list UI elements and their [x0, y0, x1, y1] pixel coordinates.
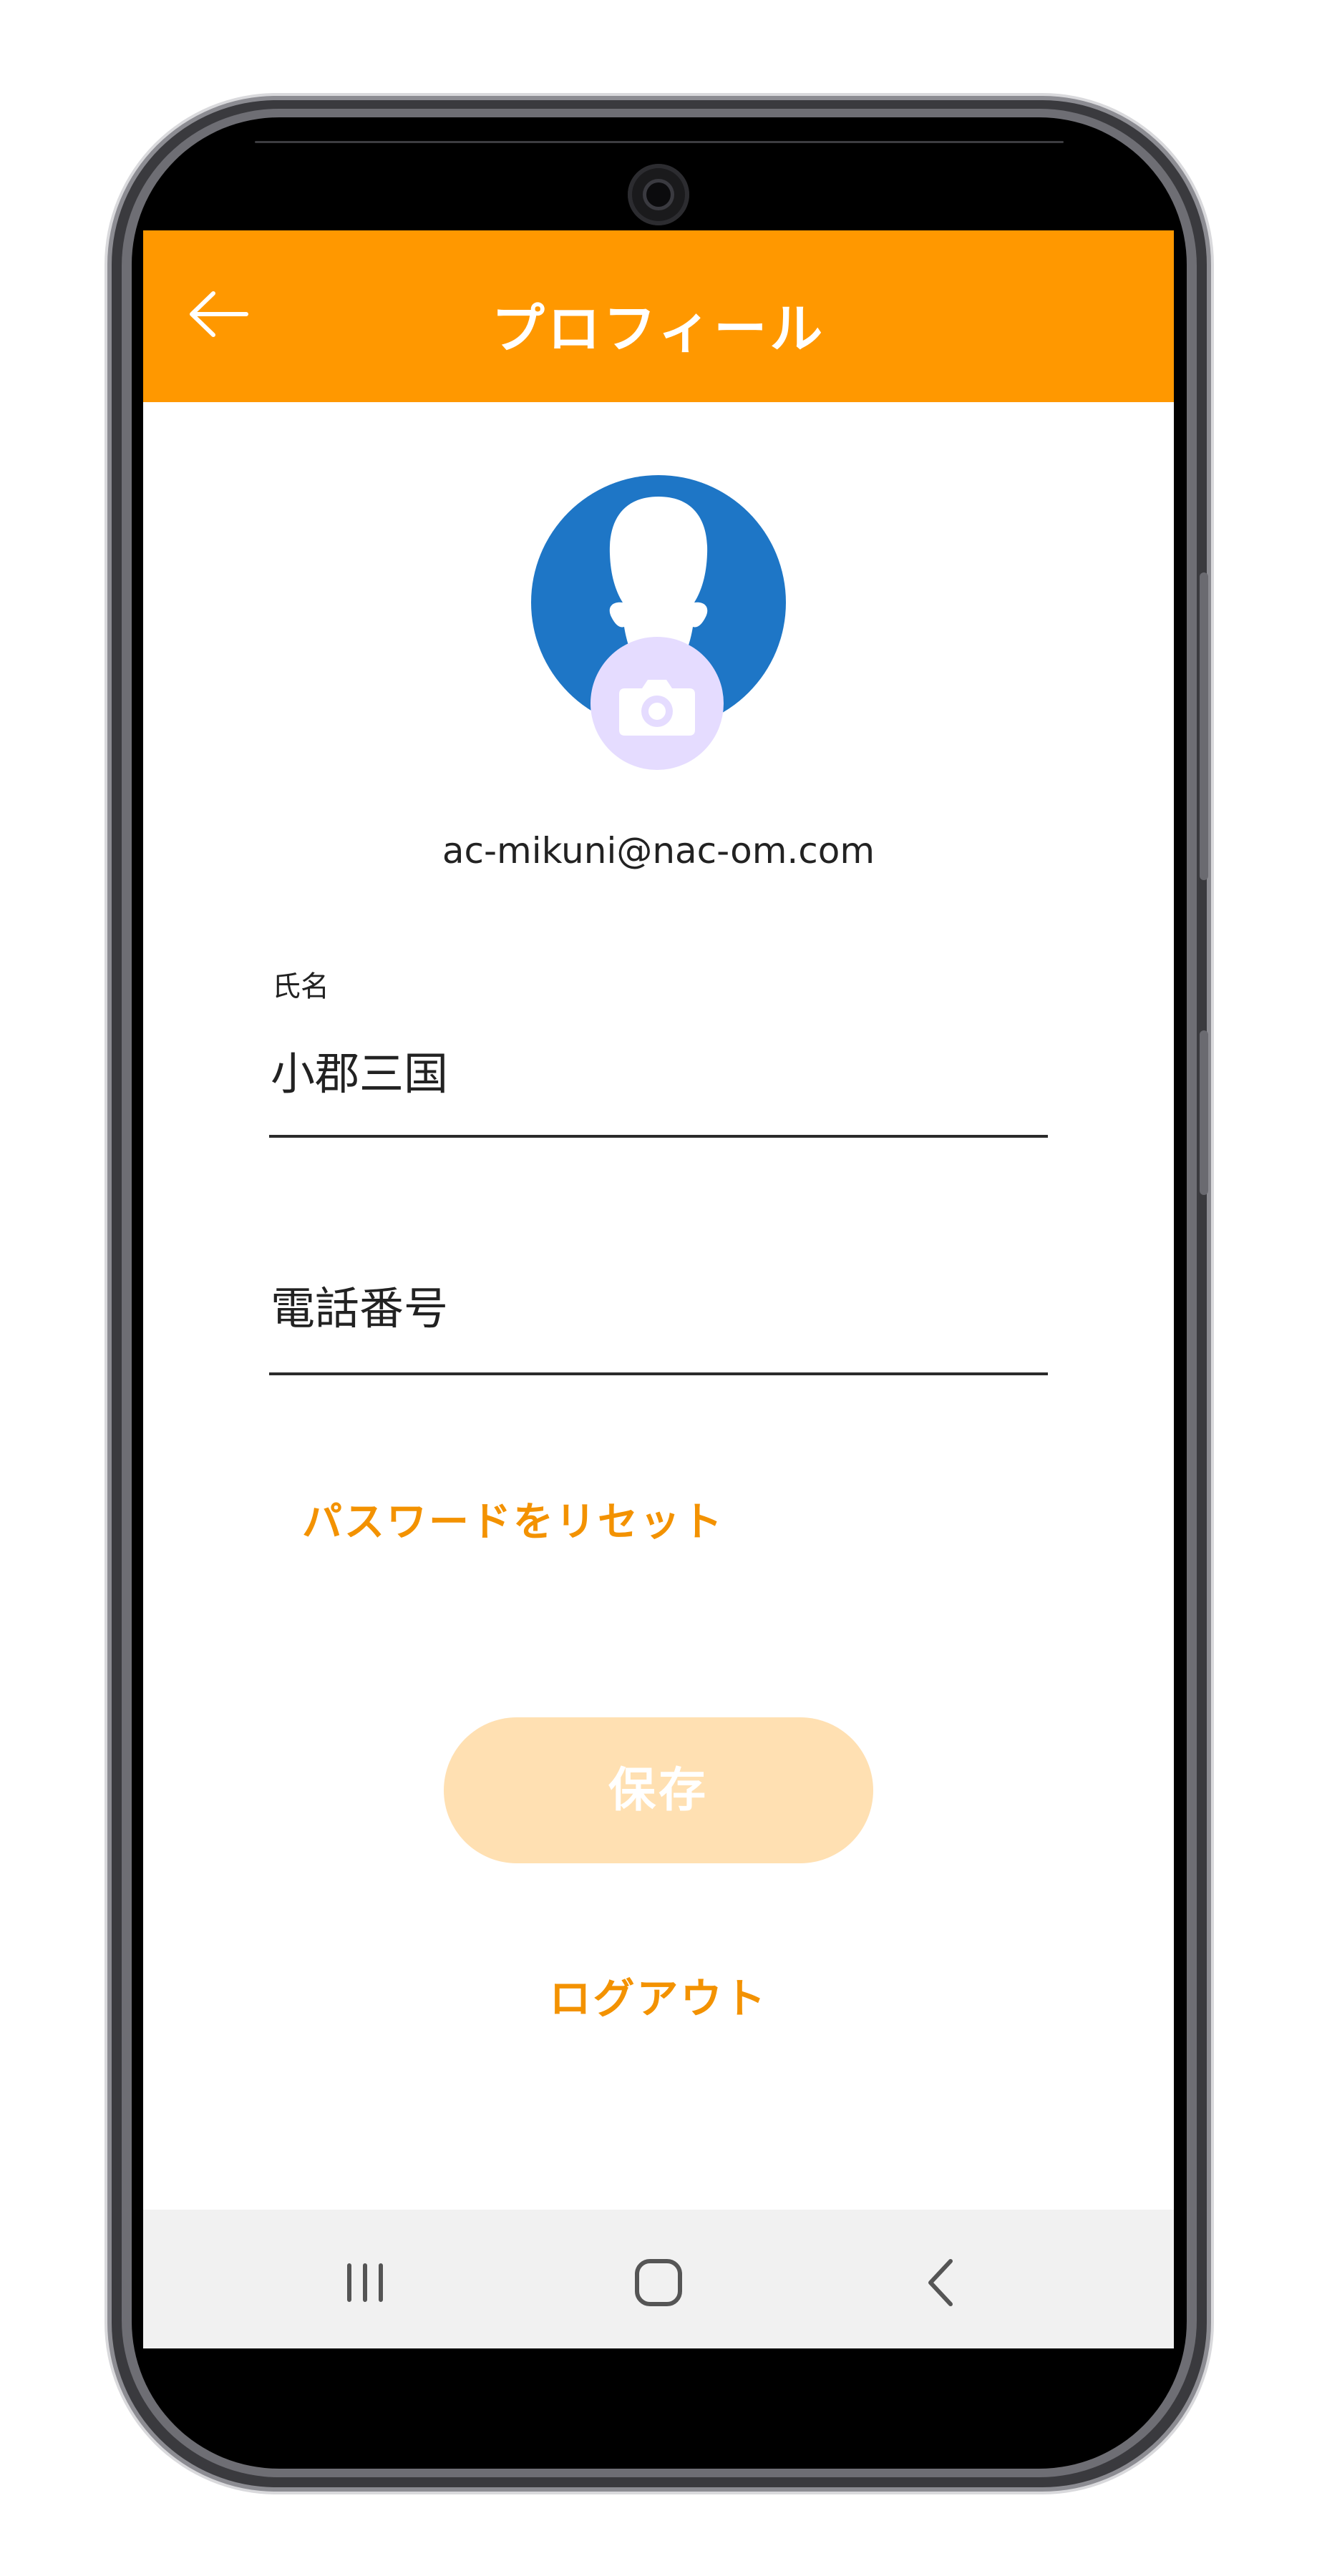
- name-field[interactable]: 小郡三国: [271, 1038, 448, 1102]
- name-field-label: 氏名: [272, 970, 329, 1003]
- reset-password-link[interactable]: パスワードをリセット: [302, 1490, 724, 1548]
- earpiece: [255, 141, 1064, 143]
- phone-field[interactable]: 電話番号: [271, 1272, 448, 1337]
- logout-link[interactable]: ログアウト: [143, 1965, 1174, 2025]
- chevron-left-icon[interactable]: [913, 2254, 971, 2311]
- save-button[interactable]: 保存: [444, 1717, 873, 1863]
- app-bar: プロフィール: [143, 230, 1174, 402]
- change-photo-button[interactable]: [591, 637, 724, 770]
- front-camera: [628, 164, 689, 225]
- phone-field-underline: [269, 1372, 1048, 1375]
- user-email: ac-mikuni@nac-om.com: [442, 830, 875, 872]
- volume-button: [1200, 1030, 1208, 1195]
- recents-icon[interactable]: [336, 2254, 394, 2311]
- camera-icon: [619, 680, 695, 736]
- page-title: プロフィール: [491, 298, 826, 360]
- screen: プロフィール ac-mikuni@nac-om.com 氏名 小郡三国 電話番号…: [143, 230, 1174, 2348]
- power-button: [1200, 572, 1208, 880]
- name-field-underline: [269, 1135, 1048, 1138]
- home-icon[interactable]: [630, 2254, 687, 2311]
- device-mockup: プロフィール ac-mikuni@nac-om.com 氏名 小郡三国 電話番号…: [0, 0, 1317, 2576]
- system-nav-bar: [143, 2210, 1174, 2348]
